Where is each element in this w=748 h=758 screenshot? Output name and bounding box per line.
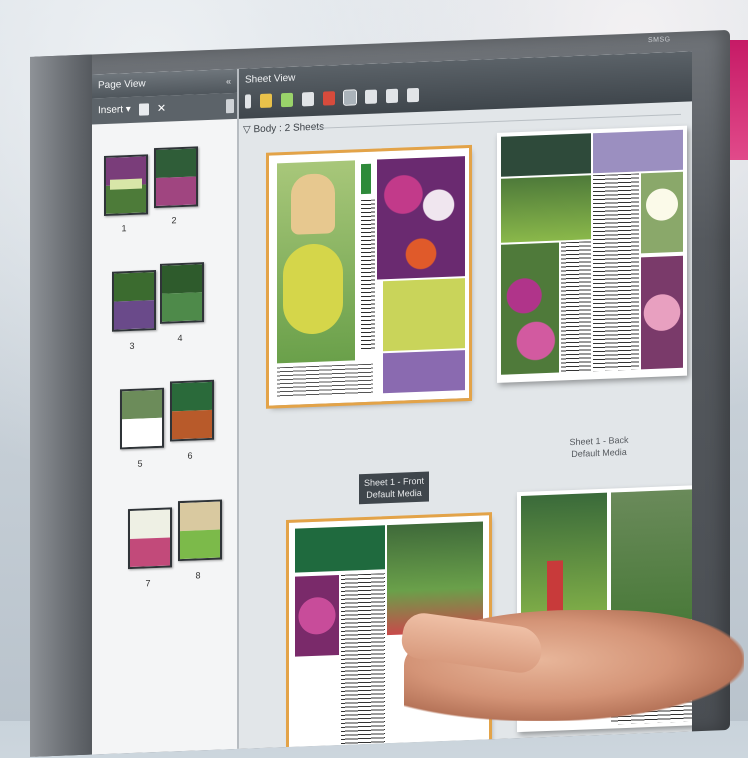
heading (501, 133, 591, 177)
photo (383, 350, 465, 394)
text-block (361, 199, 375, 351)
page-view-title: Page View (98, 78, 146, 92)
monitor-brand: SMSG (648, 36, 671, 45)
sheet-front-caption: Sheet 1 - Front Default Media (359, 471, 430, 505)
photo (641, 255, 683, 370)
ad-block (383, 278, 465, 352)
page-number: 6 (187, 450, 193, 461)
text-block (561, 241, 591, 373)
insert-menu[interactable]: Insert ▾ (98, 97, 131, 124)
trash-icon[interactable] (226, 99, 235, 114)
hand-tool-icon[interactable] (260, 93, 272, 109)
page-thumbnail[interactable] (128, 507, 172, 570)
imposition-icon[interactable] (407, 87, 419, 103)
page-number: 5 (137, 458, 143, 469)
page-number: 2 (171, 215, 177, 226)
photo (295, 574, 339, 657)
align-left-icon[interactable] (365, 89, 377, 104)
collapse-triangle-icon[interactable]: ▽ (243, 124, 251, 135)
page-number: 7 (145, 578, 151, 589)
color-icon[interactable] (302, 91, 314, 107)
sheet-back-caption: Sheet 1 - Back Default Media (539, 433, 659, 462)
footer-strip (277, 363, 373, 398)
insert-label: Insert (98, 104, 124, 117)
sheet-back[interactable] (497, 125, 687, 383)
logo (361, 163, 371, 195)
photo (283, 242, 343, 336)
heading (295, 525, 385, 573)
page-number: 3 (129, 340, 135, 352)
page-thumbnail[interactable] (112, 270, 156, 332)
page-icon[interactable] (138, 103, 149, 116)
page-number: 8 (195, 570, 201, 581)
tool-icons (245, 87, 419, 109)
divider (311, 113, 681, 130)
page-view-toolbar: Insert ▾ ✕ (92, 92, 237, 125)
page-number: 1 (121, 223, 127, 234)
photo (291, 173, 335, 235)
photo (611, 489, 692, 623)
sheet-front[interactable] (266, 144, 472, 409)
monitor-bezel-edge (30, 54, 92, 757)
photo (641, 171, 683, 254)
align-right-icon[interactable] (386, 88, 398, 104)
collapse-panel-icon[interactable]: « (226, 69, 231, 93)
select-arrow-icon[interactable] (245, 94, 251, 109)
page-thumbnail[interactable] (178, 499, 222, 562)
text-block (593, 173, 639, 372)
page-thumbnail[interactable] (160, 262, 204, 324)
page-thumbnail[interactable] (170, 379, 214, 442)
photo (593, 129, 683, 174)
delete-icon[interactable]: ✕ (157, 96, 166, 122)
page-view-panel: Page View « Insert ▾ ✕ 1 2 3 4 5 6 7 8 (92, 68, 239, 755)
page-thumbnail[interactable] (104, 154, 148, 217)
page-number: 4 (177, 332, 183, 344)
sheet-view-title: Sheet View (245, 72, 296, 86)
page-thumbnail[interactable] (120, 387, 164, 450)
page-thumbnail[interactable] (154, 146, 198, 209)
text-block (341, 573, 385, 745)
caption-line: Default Media (366, 487, 422, 500)
photo (501, 175, 591, 243)
photo (377, 156, 465, 280)
bleed-icon[interactable] (323, 91, 335, 106)
page-layout-icon[interactable] (343, 89, 357, 106)
crop-icon[interactable] (281, 92, 293, 108)
photo (501, 242, 559, 375)
